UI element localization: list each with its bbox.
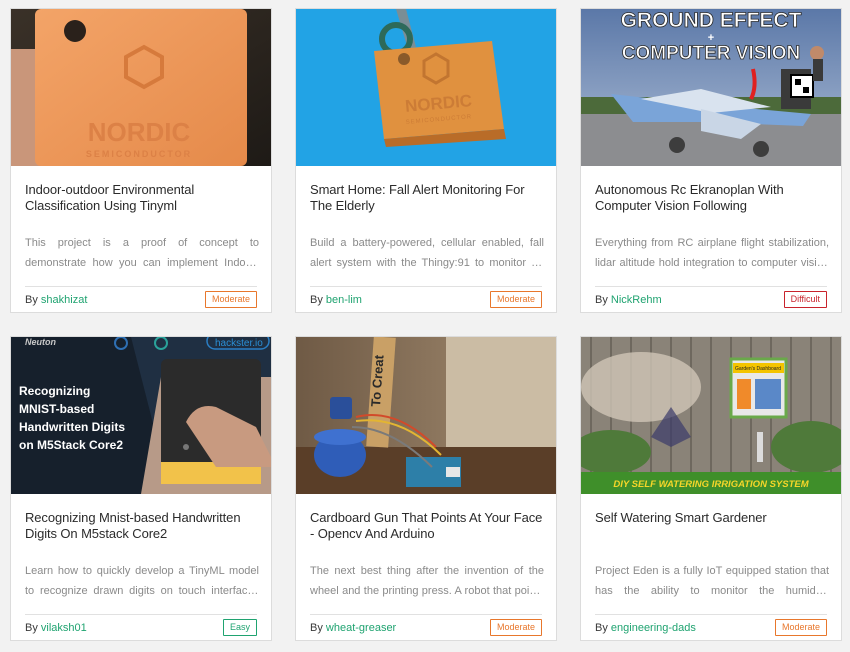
thumb-panel-title: Garden's Dashboard xyxy=(735,366,781,372)
thumb-text-line: Handwritten Digits xyxy=(19,420,125,434)
project-description: Project Eden is a fully IoT equipped sta… xyxy=(595,565,829,597)
difficulty-badge: Moderate xyxy=(489,291,542,308)
project-title[interactable]: Indoor-outdoor Environmental Classificat… xyxy=(25,182,259,214)
author-link[interactable]: engineering-dads xyxy=(611,622,696,634)
project-description: Everything from RC airplane flight stabi… xyxy=(595,237,829,269)
thumb-text-line: on M5Stack Core2 xyxy=(19,438,123,452)
author-link[interactable]: shakhizat xyxy=(41,294,87,306)
difficulty-badge: Moderate xyxy=(489,619,542,636)
author-link[interactable]: NickRehm xyxy=(611,294,662,306)
project-description: Build a battery-powered, cellular enable… xyxy=(310,237,544,269)
thumb-brand: Neuton xyxy=(25,337,56,347)
project-byline: By wheat-greaser xyxy=(310,621,396,635)
project-card[interactable]: Garden's Dashboard DIY SELF WATERING IRR… xyxy=(580,336,842,641)
project-thumbnail[interactable]: To Creat xyxy=(296,337,556,494)
project-card[interactable]: NORDIC SEMICONDUCTOR Smart Home: Fall Al… xyxy=(295,8,557,313)
by-label: By xyxy=(595,294,608,306)
project-byline: By engineering-dads xyxy=(595,621,696,635)
difficulty-badge: Moderate xyxy=(204,291,257,308)
project-byline: By ben-lim xyxy=(310,293,362,307)
thumb-site: hackster.io xyxy=(215,338,263,349)
thumb-logo-text: NORDIC xyxy=(88,117,191,147)
project-description: The next best thing after the invention … xyxy=(310,565,544,597)
card-divider xyxy=(25,614,257,615)
author-link[interactable]: ben-lim xyxy=(326,294,362,306)
difficulty-badge: Difficult xyxy=(783,291,827,308)
project-title[interactable]: Smart Home: Fall Alert Monitoring For Th… xyxy=(310,182,544,214)
thumb-logo-subtext: SEMICONDUCTOR xyxy=(86,149,192,159)
by-label: By xyxy=(25,622,38,634)
by-label: By xyxy=(595,622,608,634)
thumb-subheadline: COMPUTER VISION xyxy=(622,43,800,64)
project-description: This project is a proof of concept to de… xyxy=(25,237,259,269)
project-thumbnail[interactable]: Neuton hackster.io Recognizing MNIST-bas… xyxy=(11,337,271,494)
author-link[interactable]: vilaksh01 xyxy=(41,622,87,634)
by-label: By xyxy=(25,294,38,306)
project-description: Learn how to quickly develop a TinyML mo… xyxy=(25,565,259,597)
project-grid: NORDIC SEMICONDUCTOR Indoor-outdoor Envi… xyxy=(10,8,844,648)
project-byline: By vilaksh01 xyxy=(25,621,87,635)
project-thumbnail[interactable]: NORDIC SEMICONDUCTOR xyxy=(296,9,556,166)
project-card[interactable]: GROUND EFFECT + COMPUTER VISION Autonomo… xyxy=(580,8,842,313)
thumb-text-line: Recognizing xyxy=(19,384,90,398)
project-title[interactable]: Self Watering Smart Gardener xyxy=(595,510,829,526)
project-byline: By NickRehm xyxy=(595,293,662,307)
project-card[interactable]: To Creat Cardboard Gun That Points At Yo… xyxy=(295,336,557,641)
card-divider xyxy=(595,614,827,615)
project-card[interactable]: Neuton hackster.io Recognizing MNIST-bas… xyxy=(10,336,272,641)
project-card[interactable]: NORDIC SEMICONDUCTOR Indoor-outdoor Envi… xyxy=(10,8,272,313)
author-link[interactable]: wheat-greaser xyxy=(326,622,396,634)
project-byline: By shakhizat xyxy=(25,293,87,307)
project-title[interactable]: Recognizing Mnist-based Handwritten Digi… xyxy=(25,510,259,542)
thumb-text-line: MNIST-based xyxy=(19,402,94,416)
difficulty-badge: Moderate xyxy=(774,619,827,636)
card-divider xyxy=(310,286,542,287)
thumb-banner: DIY SELF WATERING IRRIGATION SYSTEM xyxy=(613,479,809,490)
project-thumbnail[interactable]: Garden's Dashboard DIY SELF WATERING IRR… xyxy=(581,337,841,494)
card-divider xyxy=(310,614,542,615)
card-divider xyxy=(25,286,257,287)
by-label: By xyxy=(310,294,323,306)
by-label: By xyxy=(310,622,323,634)
difficulty-badge: Easy xyxy=(222,619,257,636)
project-title[interactable]: Autonomous Rc Ekranoplan With Computer V… xyxy=(595,182,829,214)
project-title[interactable]: Cardboard Gun That Points At Your Face -… xyxy=(310,510,544,542)
card-divider xyxy=(595,286,827,287)
thumb-headline: GROUND EFFECT xyxy=(621,9,802,32)
project-thumbnail[interactable]: NORDIC SEMICONDUCTOR xyxy=(11,9,271,166)
project-thumbnail[interactable]: GROUND EFFECT + COMPUTER VISION xyxy=(581,9,841,166)
